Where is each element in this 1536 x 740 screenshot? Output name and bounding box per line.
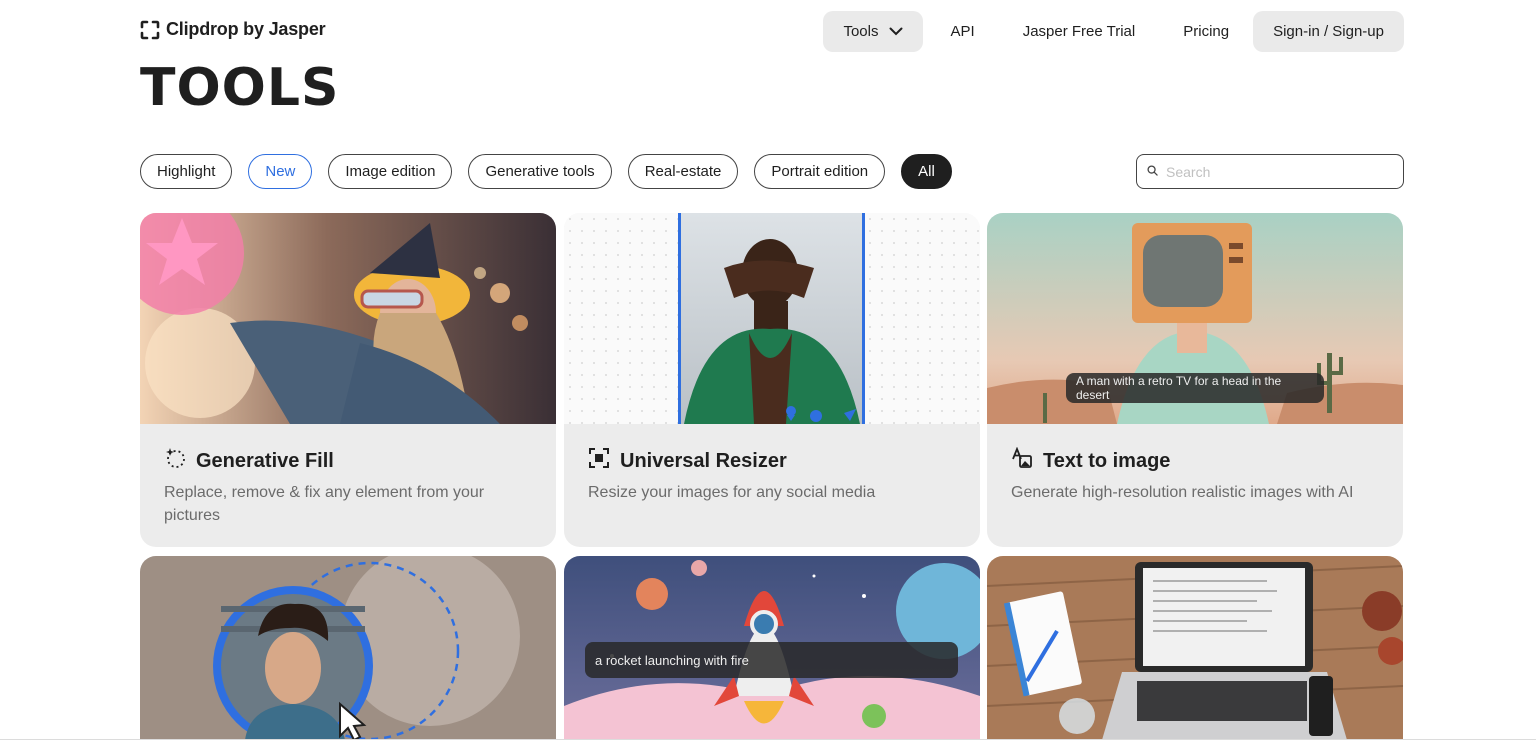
brand-name: Clipdrop by Jasper [166,19,326,39]
tool-card-text-to-image[interactable]: A man with a retro TV for a head in the … [987,213,1403,547]
card-title: Generative Fill [196,449,334,472]
sparkle-dotted-icon [164,447,186,475]
filter-chip-real-estate[interactable]: Real-estate [627,154,739,189]
card-title-row: Generative Fill [164,447,334,475]
top-nav: Tools API Jasper Free Trial Pricing Sign… [823,10,1404,52]
tool-card-desk[interactable] [987,556,1403,740]
card-description: Resize your images for any social media [588,484,876,501]
tools-menu-label: Tools [843,22,879,40]
filter-chip-image-edition[interactable]: Image edition [328,154,453,189]
nav-link-jasper-trial[interactable]: Jasper Free Trial [999,23,1160,40]
portrait-image [140,556,556,740]
search-box[interactable] [1136,154,1404,189]
filter-chip-highlight[interactable]: Highlight [140,154,233,189]
text-to-image-image: A man with a retro TV for a head in the … [987,213,1403,424]
header: Clipdrop by Jasper Tools API Jasper Free… [140,10,1404,52]
text-image-icon [1011,446,1033,475]
search-input[interactable] [1166,163,1386,180]
filter-chip-new[interactable]: New [248,154,313,189]
universal-resizer-image [564,213,980,424]
card-title-row: Text to image [1011,446,1171,475]
filter-chip-portrait-edition[interactable]: Portrait edition [754,154,886,189]
chevron-down-icon [889,23,903,40]
prompt-caption: a rocket launching with fire [585,642,958,678]
tool-card-portrait[interactable] [140,556,556,740]
brand-logo[interactable]: Clipdrop by Jasper [140,19,326,40]
nav-link-api[interactable]: API [923,23,999,40]
filter-chip-all[interactable]: All [901,154,952,189]
tool-card-rocket[interactable]: a rocket launching with fire [564,556,980,740]
tool-card-generative-fill[interactable]: Generative Fill Replace, remove & fix an… [140,213,556,547]
card-description: Replace, remove & fix any element from y… [164,484,485,524]
sign-in-label: Sign-in / Sign-up [1273,22,1384,40]
search-icon [1147,163,1158,181]
card-title: Universal Resizer [620,449,787,472]
filter-chip-generative-tools[interactable]: Generative tools [468,154,612,189]
tools-menu-button[interactable]: Tools [823,10,923,52]
filter-chips: Highlight New Image edition Generative t… [140,154,952,189]
clipdrop-logo-icon [140,20,160,40]
nav-link-pricing[interactable]: Pricing [1159,23,1253,40]
rocket-image: a rocket launching with fire [564,556,980,740]
generative-fill-image [140,213,556,424]
card-title-row: Universal Resizer [588,447,787,475]
card-title: Text to image [1043,449,1171,472]
card-description: Generate high-resolution realistic image… [1011,484,1354,501]
resize-frame-icon [588,447,610,475]
page-title: TOOLS [140,58,340,118]
prompt-caption: A man with a retro TV for a head in the … [1066,373,1324,403]
sign-in-button[interactable]: Sign-in / Sign-up [1253,10,1404,52]
tool-card-universal-resizer[interactable]: Universal Resizer Resize your images for… [564,213,980,547]
desk-image [987,556,1403,740]
